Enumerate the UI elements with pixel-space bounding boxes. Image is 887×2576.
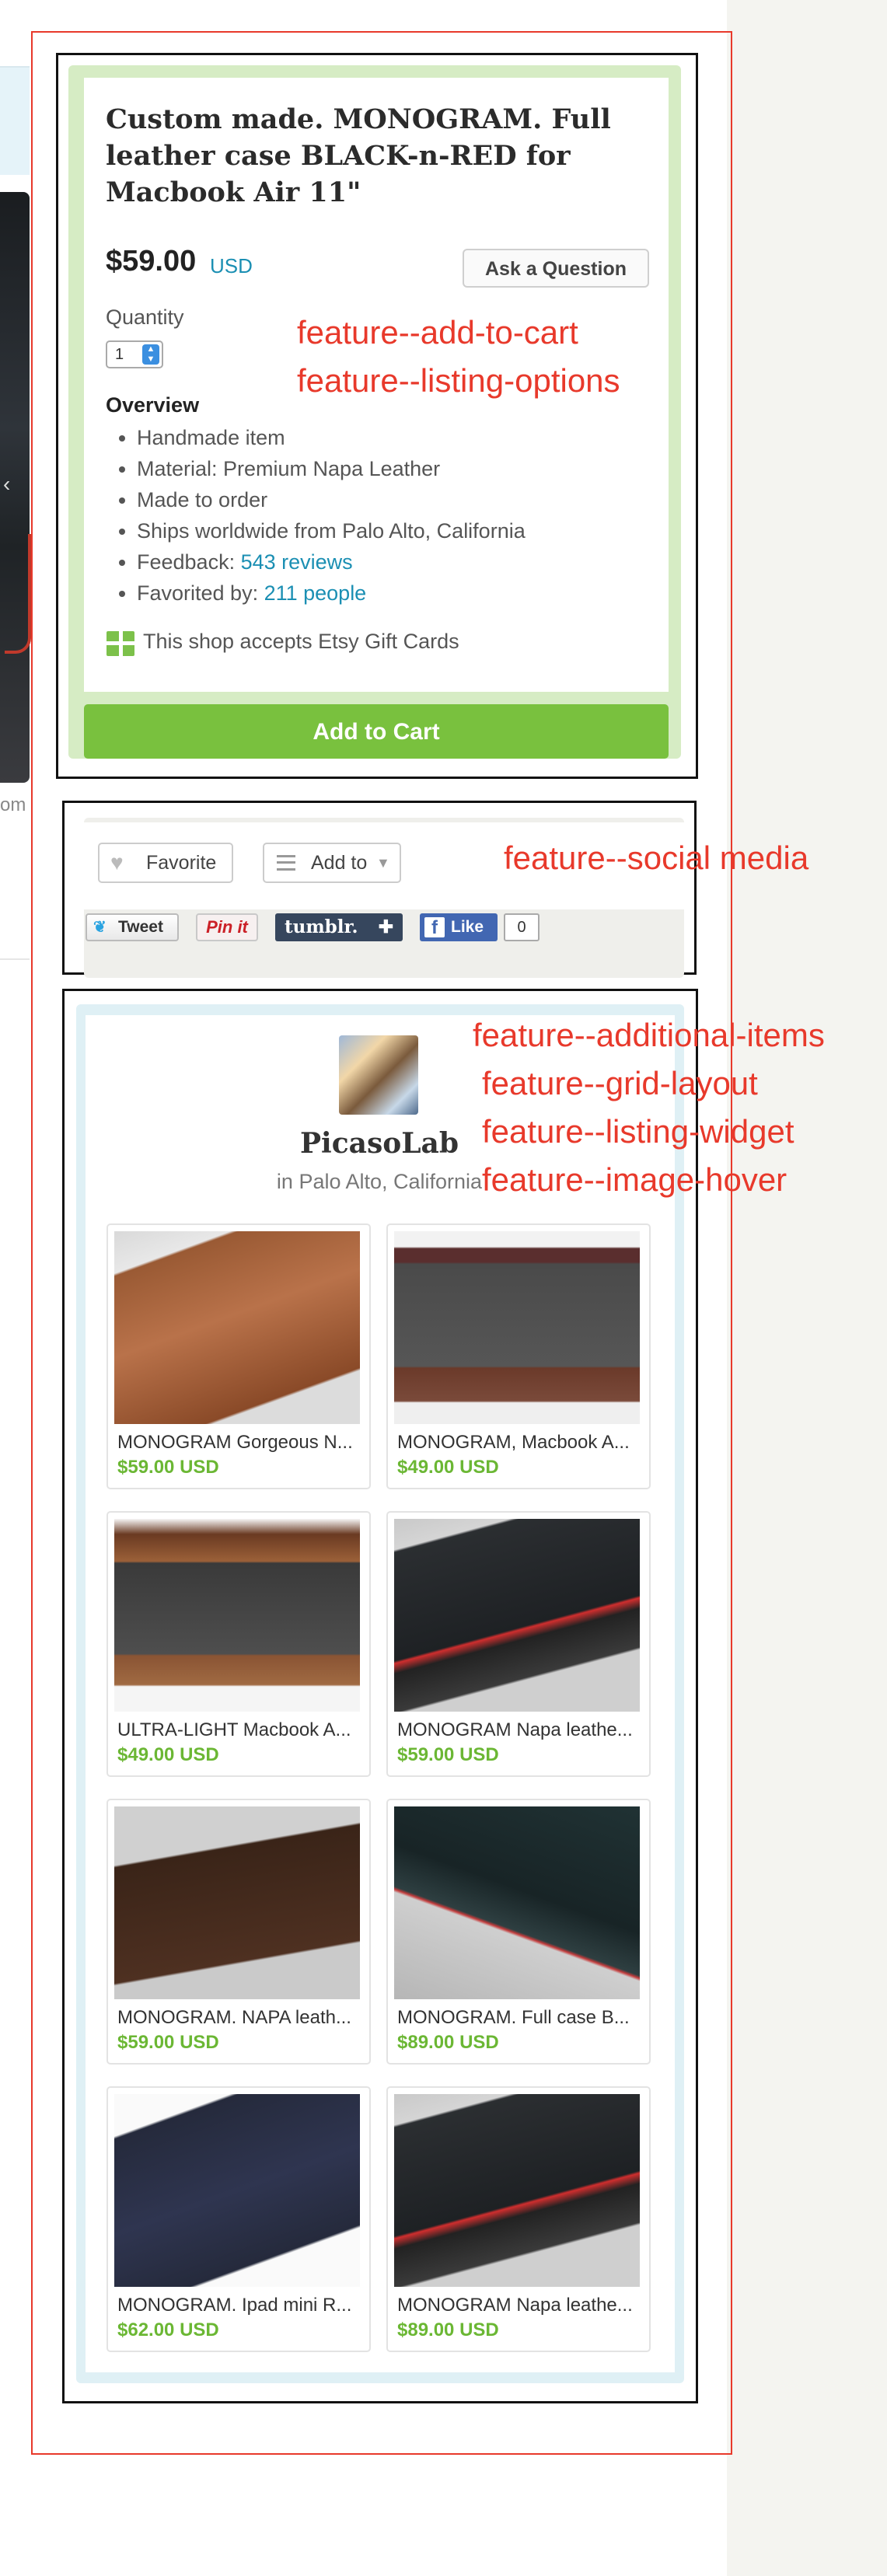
shop-item-card[interactable]: ULTRA-LIGHT Macbook A... $49.00 USD xyxy=(107,1511,371,1777)
like-count: 0 xyxy=(504,913,540,941)
item-price: $49.00 USD xyxy=(397,1457,499,1478)
select-stepper-icon: ▲ ▼ xyxy=(142,344,159,365)
left-divider-bottom xyxy=(0,958,30,960)
quantity-label: Quantity xyxy=(106,305,184,329)
left-partial-product-photo[interactable]: ‹ xyxy=(0,192,31,783)
shop-avatar[interactable] xyxy=(339,1035,418,1115)
favorite-button[interactable]: ♥ Favorite xyxy=(98,843,233,883)
left-divider-top xyxy=(0,66,30,68)
item-price: $59.00 USD xyxy=(117,1457,219,1478)
gift-card-icon xyxy=(107,631,134,656)
shop-location: in Palo Alto, California xyxy=(276,1170,483,1193)
annotation-label: feature--grid-layout xyxy=(482,1065,758,1101)
shop-item-card[interactable]: MONOGRAM Napa leathe... $89.00 USD xyxy=(386,2086,651,2352)
item-name[interactable]: MONOGRAM. Full case B... xyxy=(397,2007,640,2029)
item-price: $62.00 USD xyxy=(117,2319,219,2340)
item-name[interactable]: MONOGRAM Napa leathe... xyxy=(397,1719,640,1741)
add-to-label: Add to xyxy=(311,852,368,874)
item-name[interactable]: ULTRA-LIGHT Macbook A... xyxy=(117,1719,360,1741)
item-thumbnail[interactable] xyxy=(114,1806,360,1999)
item-thumbnail[interactable] xyxy=(394,1806,640,1999)
overview-list: Handmade item Material: Premium Napa Lea… xyxy=(106,422,572,609)
quantity-value: 1 xyxy=(115,346,124,363)
overview-item-favorited: Favorited by: 211 people xyxy=(137,578,572,609)
item-thumbnail[interactable] xyxy=(394,2094,640,2287)
shop-item-card[interactable]: MONOGRAM, Macbook A... $49.00 USD xyxy=(386,1223,651,1489)
gift-cards-text: This shop accepts Etsy Gift Cards xyxy=(143,630,459,653)
item-price: $49.00 USD xyxy=(117,1744,219,1765)
tweet-label: Tweet xyxy=(118,918,163,936)
item-price: $89.00 USD xyxy=(397,2032,499,2053)
facebook-like-button[interactable]: f Like xyxy=(420,913,498,941)
pinit-button[interactable]: Pin it xyxy=(196,913,258,941)
right-gutter xyxy=(727,0,887,2576)
facebook-icon: f xyxy=(424,917,445,938)
tumblr-share-button[interactable]: tumblr. ✚ xyxy=(275,913,403,941)
item-price: $89.00 USD xyxy=(397,2319,499,2340)
favorite-label: Favorite xyxy=(146,852,217,874)
left-partial-text: om xyxy=(0,794,26,815)
quantity-select[interactable]: 1 ▲ ▼ xyxy=(106,340,163,368)
twitter-bird-icon: ❦ xyxy=(93,919,107,936)
list-icon xyxy=(277,855,295,871)
heart-icon: ♥ xyxy=(110,850,124,874)
feedback-label: Feedback: xyxy=(137,550,241,574)
caret-down-icon: ▼ xyxy=(376,855,390,871)
item-price: $59.00 USD xyxy=(117,2032,219,2053)
item-name[interactable]: MONOGRAM. NAPA leath... xyxy=(117,2007,360,2029)
overview-item-feedback: Feedback: 543 reviews xyxy=(137,546,572,578)
item-thumbnail[interactable] xyxy=(114,1231,360,1424)
item-thumbnail[interactable] xyxy=(394,1519,640,1712)
annotation-label: feature--listing-widget xyxy=(482,1113,794,1150)
overview-item: Made to order xyxy=(137,484,572,515)
overview-item: Handmade item xyxy=(137,422,572,453)
item-price: $59.00 USD xyxy=(397,1744,499,1765)
like-label: Like xyxy=(451,918,484,936)
item-name[interactable]: MONOGRAM Gorgeous N... xyxy=(117,1432,360,1454)
item-thumbnail[interactable] xyxy=(114,2094,360,2287)
favorited-label: Favorited by: xyxy=(137,581,264,605)
reviews-link[interactable]: 543 reviews xyxy=(241,550,353,574)
item-thumbnail[interactable] xyxy=(114,1519,360,1712)
shop-item-card[interactable]: MONOGRAM. NAPA leath... $59.00 USD xyxy=(107,1799,371,2065)
add-to-list-button[interactable]: Add to ▼ xyxy=(263,843,401,883)
item-name[interactable]: MONOGRAM Napa leathe... xyxy=(397,2295,640,2316)
plus-icon: ✚ xyxy=(378,916,393,937)
item-name[interactable]: MONOGRAM, Macbook A... xyxy=(397,1432,640,1454)
shop-item-card[interactable]: MONOGRAM. Ipad mini R... $62.00 USD xyxy=(107,2086,371,2352)
item-thumbnail[interactable] xyxy=(394,1231,640,1424)
item-name[interactable]: MONOGRAM. Ipad mini R... xyxy=(117,2295,360,2316)
annotation-label: feature--listing-options xyxy=(297,362,620,399)
shop-item-card[interactable]: MONOGRAM Gorgeous N... $59.00 USD xyxy=(107,1223,371,1489)
tumblr-label: tumblr. xyxy=(285,916,358,937)
add-to-cart-button[interactable]: Add to Cart xyxy=(84,704,669,759)
photo-red-stitching xyxy=(5,534,31,654)
shop-name[interactable]: PicasoLab xyxy=(264,1127,494,1160)
annotation-label: feature--add-to-cart xyxy=(297,314,578,351)
overview-item: Ships worldwide from Palo Alto, Californ… xyxy=(137,515,572,546)
overview-heading: Overview xyxy=(106,393,200,417)
ask-question-button[interactable]: Ask a Question xyxy=(463,249,649,288)
listing-title: Custom made. MONOGRAM. Full leather case… xyxy=(106,103,611,208)
listing-price: $59.00 xyxy=(106,245,197,277)
shop-item-card[interactable]: MONOGRAM. Full case B... $89.00 USD xyxy=(386,1799,651,2065)
annotation-label: feature--social media xyxy=(504,839,809,876)
favorited-people-link[interactable]: 211 people xyxy=(264,581,367,605)
left-partial-banner xyxy=(0,66,30,175)
tweet-button[interactable]: ❦ Tweet xyxy=(86,913,179,941)
chevron-left-icon[interactable]: ‹ xyxy=(3,472,10,497)
shop-item-card[interactable]: MONOGRAM Napa leathe... $59.00 USD xyxy=(386,1511,651,1777)
annotation-label: feature--additional-items xyxy=(473,1017,825,1053)
overview-item: Material: Premium Napa Leather xyxy=(137,453,572,484)
listing-currency: USD xyxy=(210,254,253,277)
annotation-label: feature--image-hover xyxy=(482,1161,787,1198)
